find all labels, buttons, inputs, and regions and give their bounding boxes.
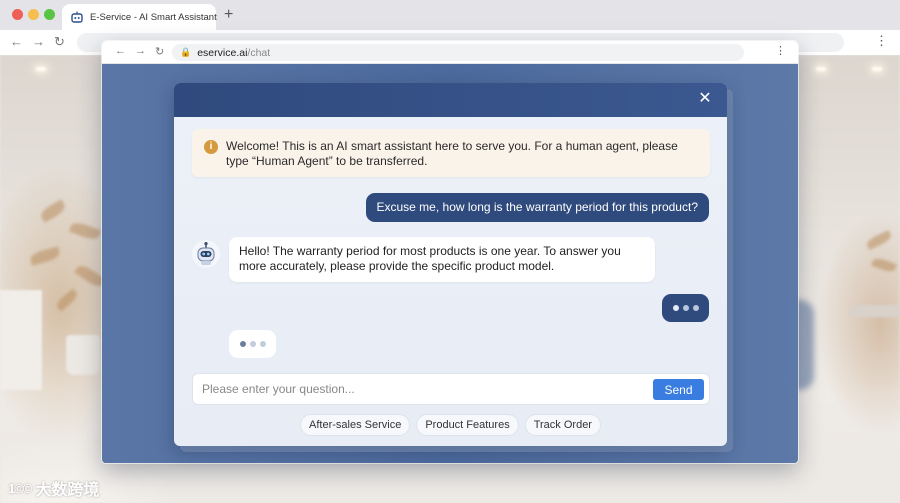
welcome-notice-text: Welcome! This is an AI smart assistant h… [226,139,678,168]
typing-dot [259,341,266,347]
quick-reply-after-sales[interactable]: After-sales Service [300,414,411,436]
plant-leaf [28,246,62,266]
quick-replies: After-sales Service Product Features Tra… [174,414,727,436]
inner-menu-icon[interactable]: ⋮ [775,44,786,57]
plant-leaf [871,256,897,274]
close-icon[interactable]: ✕ [695,89,715,109]
info-icon: i [204,140,218,154]
inner-reload-icon[interactable]: ↻ [155,45,164,58]
ceiling-light [872,67,882,71]
plant-leaf [74,262,106,290]
inner-address-bar[interactable]: 🔒 eservice.ai/chat [172,44,744,61]
new-tab-button[interactable]: + [224,6,233,24]
message-input-row: Send [192,373,710,405]
reload-icon[interactable]: ↻ [54,34,65,50]
inner-back-arrow-icon[interactable]: ← [115,45,126,57]
tab-title: E-Service - AI Smart Assistant [90,11,217,23]
welcome-notice: i Welcome! This is an AI smart assistant… [192,129,710,177]
plant-leaf [54,288,80,312]
bot-typing-indicator [229,330,276,358]
quick-reply-product-features[interactable]: Product Features [416,414,519,436]
robot-favicon-icon [70,10,84,24]
typing-dot [692,305,699,311]
typing-dot [682,305,689,311]
url-path: /chat [247,46,271,59]
watermark: 1©© 大数跨境 [8,478,100,500]
quick-reply-track-order[interactable]: Track Order [524,414,601,436]
inner-forward-arrow-icon[interactable]: → [135,45,146,57]
ceiling-light [36,67,46,71]
send-button[interactable]: Send [653,379,704,400]
chat-dialog: ✕ i Welcome! This is an AI smart assista… [174,83,727,446]
typing-dot [239,341,246,347]
browser-titlebar: E-Service - AI Smart Assistant + [0,0,900,30]
plant-leaf [38,199,68,223]
user-message: Excuse me, how long is the warranty peri… [365,193,709,222]
watermark-logo: 1©© [8,480,32,496]
question-input[interactable] [193,374,648,404]
inner-browser-toolbar: ← → ↻ 🔒 eservice.ai/chat ⋮ [102,41,798,64]
chat-header: ✕ [174,83,727,117]
url-host: eservice.ai [197,46,248,59]
plant-leaf [68,220,102,242]
browser-tab[interactable]: E-Service - AI Smart Assistant [62,4,217,30]
back-arrow-icon[interactable]: ← [10,34,23,49]
user-typing-indicator [662,294,709,322]
maximize-window-button[interactable] [44,9,55,20]
plant-stand [0,290,42,390]
robot-avatar-icon [192,240,220,268]
lock-icon: 🔒 [180,47,192,57]
close-window-button[interactable] [12,9,23,20]
ceiling-light [816,67,826,71]
browser-menu-icon[interactable]: ⋮ [875,33,888,49]
minimize-window-button[interactable] [28,9,39,20]
typing-dot [672,305,679,311]
typing-dot [249,341,256,347]
bot-message: Hello! The warranty period for most prod… [229,237,655,282]
forward-arrow-icon[interactable]: → [32,34,45,49]
plant-leaf [865,229,893,251]
desk [850,305,900,317]
plant-pot [66,335,100,375]
watermark-text: 大数跨境 [35,482,100,499]
